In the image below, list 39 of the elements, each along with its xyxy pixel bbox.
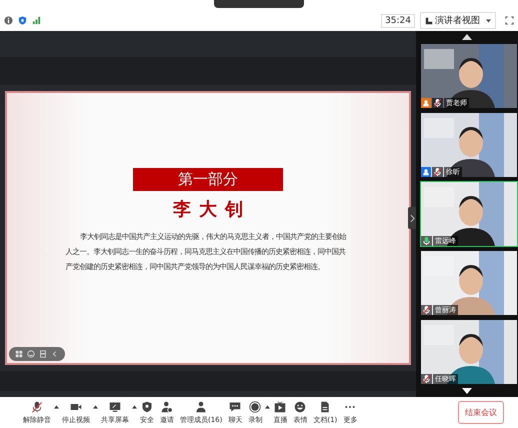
play-screen-icon bbox=[274, 400, 286, 412]
microphone-icon bbox=[421, 236, 432, 246]
signal-icon[interactable] bbox=[32, 16, 41, 25]
chat-icon bbox=[229, 400, 242, 412]
section-title: 第一部分 bbox=[133, 168, 283, 191]
panel-icon[interactable] bbox=[39, 350, 47, 358]
monitor-icon bbox=[109, 400, 121, 412]
document-icon bbox=[319, 400, 332, 412]
scroll-up-icon[interactable] bbox=[462, 34, 472, 40]
slide-heading: 李大钊 bbox=[173, 198, 251, 221]
person-icon bbox=[195, 400, 208, 412]
record-icon bbox=[249, 400, 262, 412]
caret-icon[interactable] bbox=[132, 404, 137, 408]
caret-icon bbox=[486, 18, 491, 22]
smiley-icon bbox=[294, 400, 306, 412]
chevron-icon bbox=[410, 214, 414, 222]
caret-icon[interactable] bbox=[54, 404, 59, 408]
add-person-icon bbox=[161, 400, 173, 412]
caret-icon[interactable] bbox=[93, 404, 98, 408]
muted-microphone-icon bbox=[31, 400, 43, 412]
layout-icon bbox=[425, 16, 433, 24]
muted-microphone-icon bbox=[421, 374, 432, 384]
caret-icon[interactable] bbox=[265, 404, 270, 408]
fullscreen-icon[interactable] bbox=[505, 16, 514, 25]
end-meeting-button[interactable]: 结束会议 bbox=[458, 401, 504, 424]
smiley-icon[interactable] bbox=[27, 350, 35, 358]
slide-controls[interactable] bbox=[9, 347, 65, 361]
shield-icon bbox=[141, 400, 153, 412]
expand-button[interactable] bbox=[408, 207, 416, 229]
view-button[interactable]: 演讲者视图 bbox=[420, 12, 496, 29]
collapse-icon[interactable] bbox=[51, 350, 59, 358]
muted-microphone-icon bbox=[421, 305, 432, 315]
muted-microphone-icon bbox=[432, 98, 443, 108]
shield-icon[interactable] bbox=[18, 16, 27, 25]
info-icon[interactable] bbox=[4, 16, 13, 25]
muted-microphone-icon bbox=[432, 167, 443, 177]
grid-icon[interactable] bbox=[15, 350, 23, 358]
meeting-timer: 35:24 bbox=[381, 14, 415, 28]
scroll-down-icon[interactable] bbox=[462, 388, 472, 394]
